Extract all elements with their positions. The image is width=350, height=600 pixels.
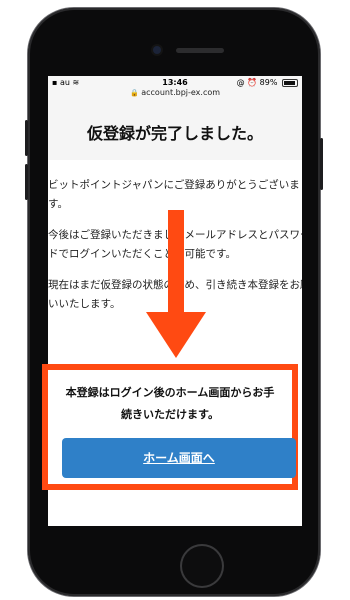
page-title: 仮登録が完了しました。 (86, 124, 263, 143)
home-button[interactable] (180, 544, 224, 588)
volume-up-button (25, 120, 28, 156)
status-right: @ ⏰ 89% (237, 78, 298, 87)
notice-text: 本登録はログイン後のホーム画面からお手 続きいただけます。 (48, 382, 292, 426)
down-arrow-icon (168, 210, 184, 320)
address-bar[interactable]: 🔒 account.bpj-ex.com (48, 88, 302, 100)
notice-line-1: 本登録はログイン後のホーム画面からお手 (65, 386, 275, 399)
title-area: 仮登録が完了しました。 (48, 100, 302, 160)
battery-fill (284, 80, 295, 85)
paragraph-thanks: ビットポイントジャパンにご登録ありがとうございます。 (48, 179, 300, 210)
url-text: account.bpj-ex.com (141, 88, 221, 97)
power-button (320, 138, 323, 190)
location-icon: @ (236, 78, 245, 87)
status-bar: ▪ au ≋ 13:46 @ ⏰ 89% (48, 76, 302, 88)
lock-icon: 🔒 (129, 89, 139, 97)
alarm-icon: ⏰ (247, 78, 258, 87)
home-screen-button[interactable]: ホーム画面へ (62, 438, 296, 478)
earpiece-speaker (176, 48, 224, 53)
battery-percent: 89% (259, 78, 278, 87)
volume-down-button (25, 164, 28, 200)
highlight-box: 本登録はログイン後のホーム画面からお手 続きいただけます。 ホーム画面へ (42, 364, 298, 490)
battery-icon (282, 78, 298, 87)
down-arrow-head (146, 312, 206, 358)
front-camera (153, 46, 161, 54)
notice-line-2: 続きいただけます。 (121, 408, 219, 421)
